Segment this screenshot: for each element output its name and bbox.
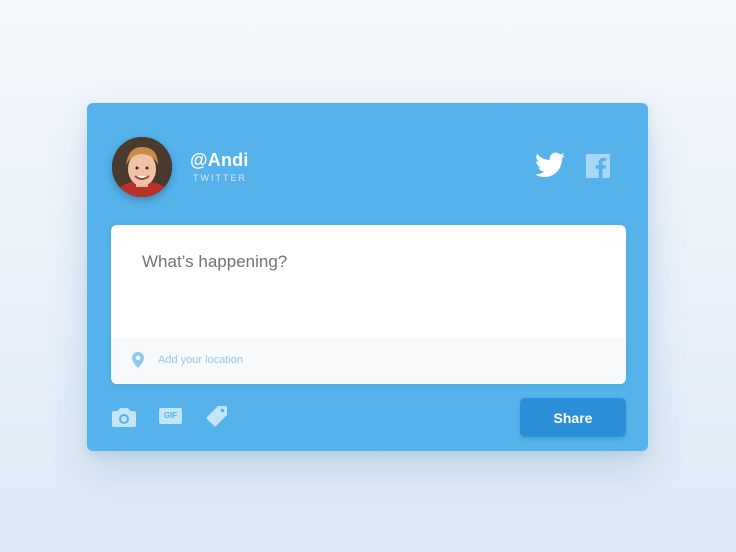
compose-input[interactable] [111, 225, 626, 337]
location-label: Add your location [158, 354, 243, 366]
compose-box: Add your location [111, 225, 626, 384]
tag-icon[interactable] [206, 405, 228, 427]
gif-icon[interactable]: GIF [159, 408, 182, 424]
twitter-icon[interactable] [535, 152, 565, 178]
location-bar[interactable]: Add your location [111, 337, 626, 384]
location-pin-icon [132, 352, 144, 368]
avatar[interactable] [112, 137, 172, 197]
share-button[interactable]: Share [520, 398, 626, 437]
network-label: TWITTER [193, 173, 247, 183]
username: @Andi [190, 150, 249, 170]
post-card: @Andi TWITTER Add your location [87, 103, 648, 451]
camera-icon[interactable] [112, 407, 136, 427]
facebook-icon[interactable] [586, 154, 610, 178]
